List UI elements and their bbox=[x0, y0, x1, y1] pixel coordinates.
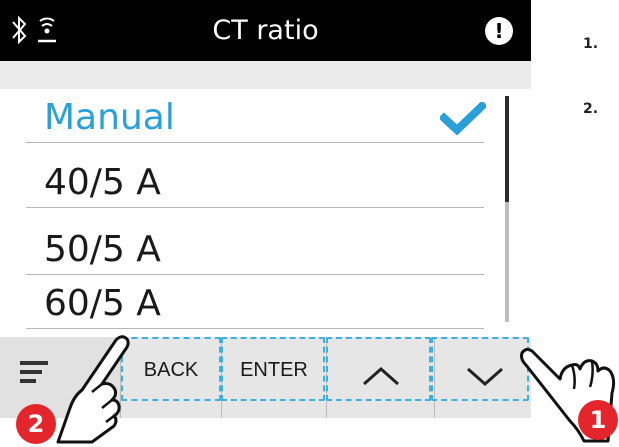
step-marker-1: 1. bbox=[583, 36, 599, 52]
enter-highlight bbox=[221, 337, 325, 401]
list-item-60-5[interactable]: 60/5 A bbox=[26, 278, 484, 329]
pointing-hand-left-icon bbox=[56, 335, 130, 444]
step-marker-2: 2. bbox=[583, 101, 599, 117]
checkmark-icon bbox=[440, 102, 486, 136]
down-highlight bbox=[431, 337, 529, 401]
list-item-label: 40/5 A bbox=[44, 162, 161, 203]
up-highlight bbox=[326, 337, 431, 401]
callout-badge-1: 1 bbox=[578, 400, 618, 440]
callout-badge-2: 2 bbox=[16, 404, 56, 444]
alert-icon: ! bbox=[485, 17, 513, 45]
page-title: CT ratio bbox=[212, 15, 319, 46]
list-item-label: 60/5 A bbox=[44, 283, 161, 324]
list-item-label: 50/5 A bbox=[44, 229, 161, 270]
bluetooth-icon bbox=[12, 15, 27, 45]
title-bar: CT ratio ! bbox=[0, 0, 531, 61]
signal-icon bbox=[38, 17, 56, 43]
scrollbar-thumb[interactable] bbox=[505, 96, 509, 202]
list-item-manual[interactable]: Manual bbox=[26, 92, 486, 143]
list-item-label: Manual bbox=[44, 97, 175, 138]
list-item-40-5[interactable]: 40/5 A bbox=[26, 157, 484, 208]
list-item-50-5[interactable]: 50/5 A bbox=[26, 224, 484, 275]
list-top-strip bbox=[0, 61, 531, 89]
back-highlight bbox=[121, 337, 221, 401]
